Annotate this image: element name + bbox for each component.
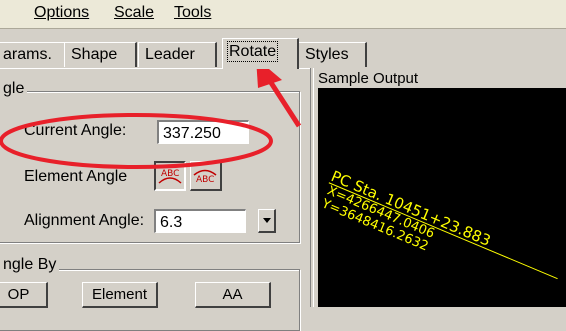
tab-strip: arams. Shape Leader Rotate Styles	[0, 38, 566, 69]
sample-output-canvas: PC Sta. 10451+23.883 X=4266447.0406 Y=36…	[319, 167, 558, 280]
menu-scale-label: Scale	[114, 4, 155, 21]
menu-tools-label: Tools	[174, 4, 212, 21]
angle-by-op-label: OP	[7, 286, 30, 303]
alignment-angle-field[interactable]: 6.3	[154, 209, 246, 233]
menu-options[interactable]: Options	[34, 4, 89, 22]
sample-output-title: Sample Output	[318, 70, 419, 87]
tab-styles[interactable]: Styles	[298, 42, 367, 67]
tab-params[interactable]: arams.	[0, 42, 67, 67]
angle-by-group-title: ngle By	[0, 256, 60, 274]
tab-rotate-label: Rotate	[226, 41, 279, 62]
alignment-angle-dropdown[interactable]	[258, 209, 276, 233]
tab-leader-label: Leader	[145, 46, 195, 63]
menu-scale[interactable]: Scale	[114, 4, 154, 22]
tab-rotate[interactable]: Rotate	[222, 38, 299, 69]
alignment-angle-label: Alignment Angle:	[24, 212, 145, 229]
angle-by-aa-label: AA	[222, 286, 243, 303]
sample-output-preview: PC Sta. 10451+23.883 X=4266447.0406 Y=36…	[318, 88, 566, 307]
menu-tools[interactable]: Tools	[174, 4, 211, 22]
text-above-arc-icon: ABC	[158, 169, 182, 184]
text-above-arc-button[interactable]: ABC	[154, 161, 186, 191]
menu-bar: Options Scale Tools	[0, 0, 566, 29]
tab-shape[interactable]: Shape	[64, 42, 137, 67]
angle-by-element-label: Element	[91, 286, 148, 303]
tab-styles-label: Styles	[305, 46, 349, 63]
panel-divider	[310, 68, 314, 307]
svg-text:ABC: ABC	[196, 175, 214, 185]
menu-options-label: Options	[34, 4, 90, 21]
angle-by-aa-button[interactable]: AA	[195, 282, 271, 308]
angle-by-element-button[interactable]: Element	[82, 282, 158, 308]
angle-by-op-button[interactable]: OP	[0, 282, 48, 308]
tab-shape-label: Shape	[71, 46, 118, 63]
tab-params-label: arams.	[3, 46, 52, 63]
current-angle-field[interactable]: 337.250	[157, 120, 249, 144]
text-below-arc-button[interactable]: ABC	[190, 161, 222, 191]
text-below-arc-icon: ABC	[193, 169, 217, 185]
tab-leader[interactable]: Leader	[138, 42, 217, 67]
dropdown-arrow-icon	[262, 218, 271, 223]
rotate-panel: gle Current Angle: 337.250 Element Angle…	[0, 68, 310, 331]
element-angle-label: Element Angle	[24, 168, 128, 185]
angle-group-title: gle	[0, 80, 28, 98]
current-angle-label: Current Angle:	[24, 122, 127, 139]
